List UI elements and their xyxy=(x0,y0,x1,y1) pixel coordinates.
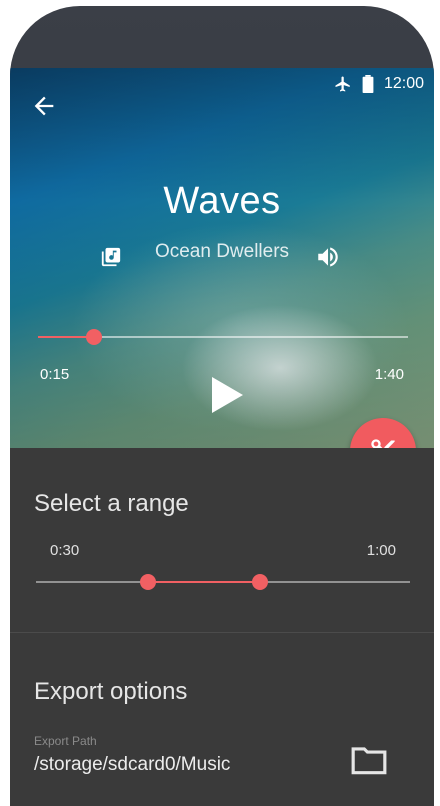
battery-icon xyxy=(362,75,374,93)
phone-frame: 12:00 Waves Ocean Dwellers 0:15 1:40 Sel… xyxy=(10,6,434,806)
airplane-icon xyxy=(335,76,350,92)
settings-panel: Select a range 0:30 1:00 Export options … xyxy=(10,448,434,806)
export-path-label: Export Path xyxy=(34,734,97,748)
seek-bar[interactable] xyxy=(38,329,408,345)
range-slider-selection xyxy=(148,581,261,583)
album-art-header: 12:00 Waves Ocean Dwellers 0:15 1:40 xyxy=(10,68,434,448)
range-start-time: 0:30 xyxy=(50,542,80,559)
folder-icon[interactable] xyxy=(350,744,388,776)
status-time: 12:00 xyxy=(383,75,424,92)
duration: 1:40 xyxy=(374,366,404,383)
play-icon[interactable] xyxy=(210,376,244,414)
range-end-time: 1:00 xyxy=(366,542,396,559)
volume-icon[interactable] xyxy=(315,244,341,270)
queue-music-icon[interactable] xyxy=(100,246,122,268)
status-bar: 12:00 xyxy=(334,68,434,100)
track-title: Waves xyxy=(163,180,281,222)
export-path-value[interactable]: /storage/sdcard0/Music xyxy=(34,754,230,776)
back-arrow-icon[interactable] xyxy=(30,92,58,120)
seek-bar-thumb[interactable] xyxy=(85,329,102,345)
section-divider xyxy=(10,632,434,633)
track-artist: Ocean Dwellers xyxy=(154,241,290,262)
range-end-thumb[interactable] xyxy=(252,574,269,590)
range-start-thumb[interactable] xyxy=(140,574,157,590)
current-time: 0:15 xyxy=(40,366,70,383)
range-section-title: Select a range xyxy=(34,490,189,517)
export-section-title: Export options xyxy=(34,678,188,705)
app-screen: 12:00 Waves Ocean Dwellers 0:15 1:40 Sel… xyxy=(10,68,434,806)
range-slider[interactable] xyxy=(36,574,410,590)
